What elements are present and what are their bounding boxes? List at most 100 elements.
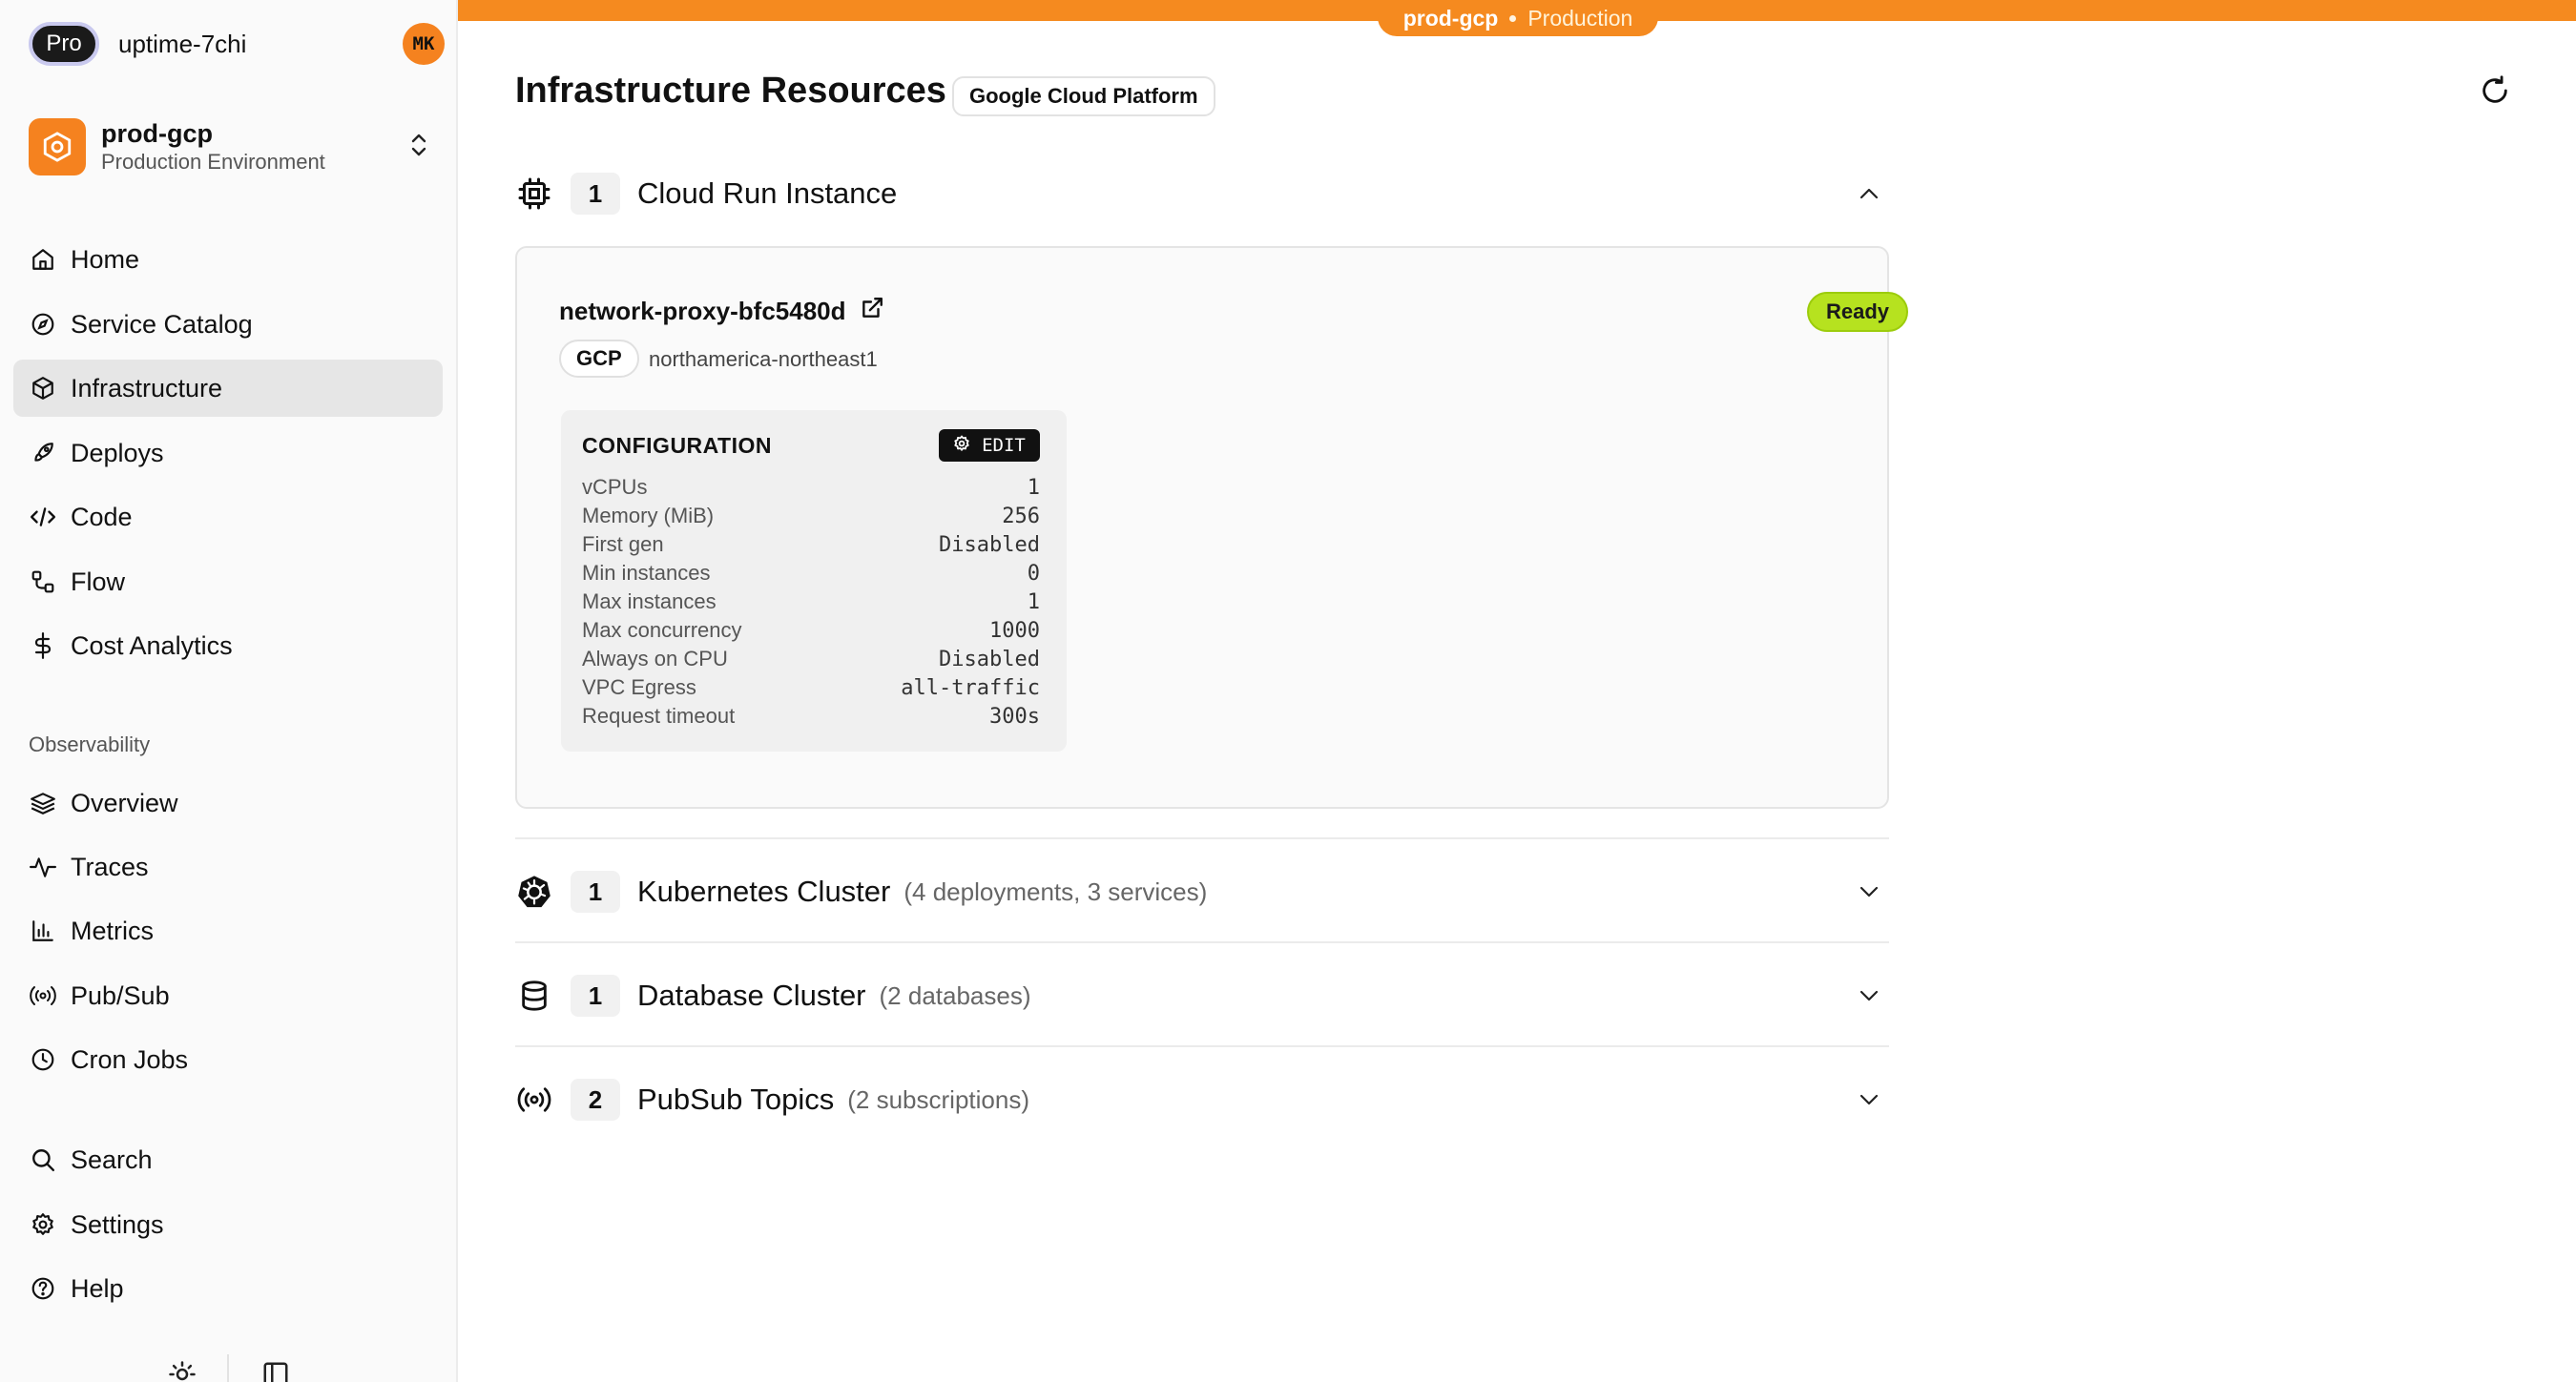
nav-infrastructure[interactable]: Infrastructure: [13, 360, 443, 417]
nav-label: Settings: [71, 1209, 164, 1239]
nav-flow[interactable]: Flow: [13, 553, 443, 610]
nav-label: Metrics: [71, 916, 154, 945]
compass-icon: [29, 310, 57, 339]
config-value: 300s: [989, 704, 1040, 729]
group-cloud-run[interactable]: 1 Cloud Run Instance: [515, 165, 1889, 222]
environment-name: prod-gcp: [101, 119, 213, 148]
service-name-link[interactable]: network-proxy-bfc5480d: [559, 296, 884, 327]
sidebar: Pro uptime-7chi MK prod-gcp Production E…: [0, 0, 458, 1382]
gear-icon: [29, 1210, 57, 1239]
nav-cron-jobs[interactable]: Cron Jobs: [13, 1031, 443, 1088]
workspace-name[interactable]: uptime-7chi: [118, 30, 246, 59]
edit-configuration-button[interactable]: EDIT: [939, 429, 1040, 462]
external-link-icon: [860, 296, 884, 327]
dollar-icon: [29, 631, 57, 660]
cpu-chip-icon: [515, 175, 553, 213]
group-title: Database Cluster: [637, 979, 866, 1012]
nav-service-catalog[interactable]: Service Catalog: [13, 296, 443, 353]
broadcast-icon: [29, 981, 57, 1010]
config-row-max-instances: Max instances 1: [582, 588, 1040, 616]
help-icon: [29, 1274, 57, 1303]
nav-cost-analytics[interactable]: Cost Analytics: [13, 617, 443, 674]
nav-traces[interactable]: Traces: [13, 838, 443, 896]
broadcast-icon: [515, 1081, 553, 1119]
config-row-min-instances: Min instances 0: [582, 559, 1040, 588]
group-subtitle: (4 deployments, 3 services): [904, 877, 1208, 906]
plan-badge: Pro: [29, 22, 99, 66]
nav-label: Search: [71, 1145, 153, 1174]
nav-search[interactable]: Search: [13, 1131, 443, 1188]
configuration-title: CONFIGURATION: [582, 433, 773, 458]
group-divider: [515, 1045, 1889, 1047]
group-title: PubSub Topics: [637, 1083, 835, 1116]
chevron-down-icon[interactable]: [1855, 877, 1883, 906]
config-row-always-on-cpu: Always on CPU Disabled: [582, 645, 1040, 673]
group-count: 1: [571, 871, 620, 913]
kubernetes-icon: [515, 873, 553, 911]
refresh-button[interactable]: [2471, 69, 2519, 116]
nav-deploys[interactable]: Deploys: [13, 424, 443, 482]
nav-code[interactable]: Code: [13, 488, 443, 546]
nav-label: Code: [71, 502, 133, 531]
config-value: Disabled: [939, 532, 1040, 557]
group-title: Cloud Run Instance: [637, 176, 898, 210]
edit-label: EDIT: [982, 435, 1026, 456]
config-row-request-timeout: Request timeout 300s: [582, 702, 1040, 731]
nav-label: Deploys: [71, 438, 164, 467]
section-observability: Observability: [29, 732, 151, 756]
config-key: Memory (MiB): [582, 504, 715, 527]
config-row-memory: Memory (MiB) 256: [582, 502, 1040, 530]
separator-dot: [1509, 14, 1517, 22]
group-database[interactable]: 1 Database Cluster (2 databases): [515, 967, 1889, 1024]
config-value: Disabled: [939, 647, 1040, 671]
config-key: Max instances: [582, 589, 717, 613]
nav-home[interactable]: Home: [13, 231, 443, 288]
config-row-first-gen: First gen Disabled: [582, 530, 1040, 559]
rocket-icon: [29, 439, 57, 467]
collapse-sidebar-icon[interactable]: [261, 1360, 290, 1382]
nav-label: Overview: [71, 788, 178, 817]
home-icon: [29, 245, 57, 274]
sidebar-footer: [0, 1354, 458, 1382]
config-value: 1000: [989, 618, 1040, 643]
nav-help[interactable]: Help: [13, 1260, 443, 1317]
config-value: 1: [1027, 475, 1040, 500]
main-content: prod-gcp Production Infrastructure Resou…: [458, 0, 2576, 1382]
nav-label: Home: [71, 244, 140, 274]
config-row-vcpus: vCPUs 1: [582, 473, 1040, 502]
group-kubernetes[interactable]: 1 Kubernetes Cluster (4 deployments, 3 s…: [515, 863, 1889, 920]
cube-icon: [29, 374, 57, 402]
config-key: Max concurrency: [582, 618, 742, 642]
database-icon: [515, 977, 553, 1015]
config-row-vpc-egress: VPC Egress all-traffic: [582, 673, 1040, 702]
nav-label: Pub/Sub: [71, 980, 170, 1010]
sun-icon[interactable]: [168, 1360, 197, 1382]
nav-settings[interactable]: Settings: [13, 1196, 443, 1253]
refresh-icon: [2479, 74, 2511, 112]
nav-overview[interactable]: Overview: [13, 774, 443, 832]
group-pubsub-topics[interactable]: 2 PubSub Topics (2 subscriptions): [515, 1071, 1889, 1128]
activity-icon: [29, 853, 57, 881]
config-key: Min instances: [582, 561, 711, 585]
group-divider: [515, 941, 1889, 943]
chevron-up-icon[interactable]: [1855, 179, 1883, 208]
footer-divider: [227, 1354, 229, 1382]
config-key: Always on CPU: [582, 647, 728, 670]
chevron-down-icon[interactable]: [1855, 1085, 1883, 1114]
environment-pill-name: prod-gcp: [1402, 5, 1499, 31]
search-icon: [29, 1145, 57, 1174]
flow-icon: [29, 567, 57, 596]
clock-icon: [29, 1045, 57, 1074]
nav-label: Infrastructure: [71, 373, 223, 402]
cloud-run-service-card: network-proxy-bfc5480d Ready GCP northam…: [515, 246, 1909, 809]
bar-chart-icon: [29, 917, 57, 945]
chevron-down-icon[interactable]: [1855, 981, 1883, 1010]
nav-label: Cron Jobs: [71, 1044, 189, 1074]
avatar[interactable]: MK: [403, 23, 445, 65]
environment-switcher[interactable]: prod-gcp Production Environment: [29, 111, 439, 183]
page-title: Infrastructure Resources: [515, 71, 946, 111]
nav-metrics[interactable]: Metrics: [13, 902, 443, 959]
chevron-up-down-icon: [408, 132, 429, 163]
group-subtitle: (2 databases): [879, 980, 1031, 1010]
nav-pubsub[interactable]: Pub/Sub: [13, 967, 443, 1024]
